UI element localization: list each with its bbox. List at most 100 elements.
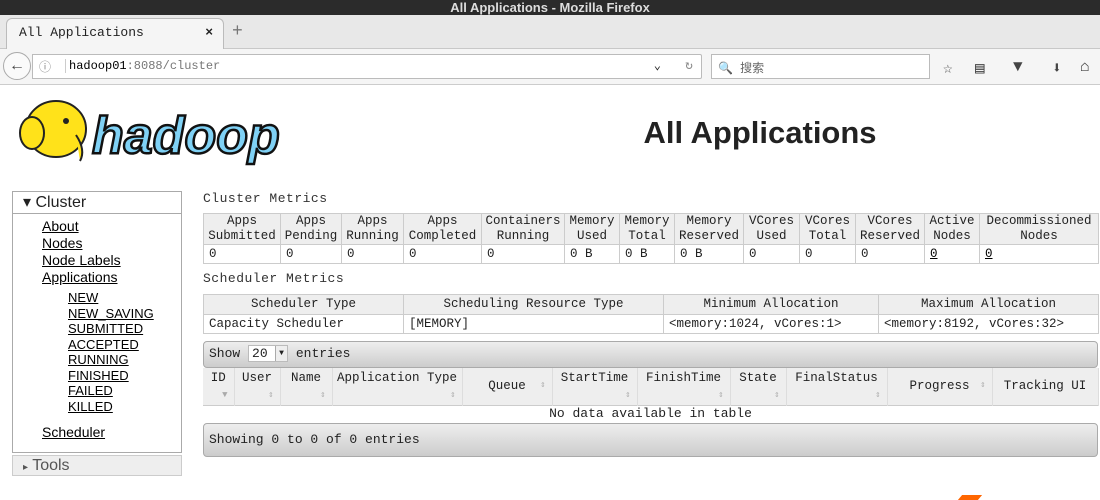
empty-table-message: No data available in table bbox=[549, 406, 752, 421]
cluster-section-toggle[interactable]: ▾ Cluster bbox=[13, 192, 181, 214]
column-header-sortable[interactable]: Tracking UI bbox=[992, 368, 1099, 405]
applications-table: ID ▼ User ⇕ Name ⇕ Application Type ⇕ Queue ⇕ Star… bbox=[203, 368, 1099, 406]
sidebar-link-submitted[interactable]: SUBMITTED bbox=[68, 321, 181, 337]
sidebar-link-failed[interactable]: FAILED bbox=[68, 383, 181, 399]
metric-header-line1: Apps bbox=[226, 214, 257, 228]
metric-header-line1: Decommissioned bbox=[986, 214, 1092, 228]
column-header-sortable[interactable]: State ⇕ bbox=[730, 368, 787, 405]
column-header-sortable[interactable]: Name ⇕ bbox=[280, 368, 333, 405]
scheduler-value: Capacity Scheduler bbox=[203, 314, 404, 334]
show-label: Show bbox=[209, 346, 241, 361]
hadoop-logo[interactable]: hadoop bbox=[14, 95, 314, 171]
metric-header-line1: Apps bbox=[427, 214, 458, 228]
reload-icon[interactable]: ↻ bbox=[685, 58, 693, 73]
metric-header-line1: VCores bbox=[748, 214, 794, 228]
close-tab-icon[interactable]: × bbox=[205, 25, 213, 40]
metric-header-line1: VCores bbox=[867, 214, 913, 228]
column-header-label: State bbox=[739, 371, 777, 385]
sort-both-icon: ⇕ bbox=[268, 389, 274, 400]
home-icon[interactable]: ⌂ bbox=[1080, 58, 1090, 76]
column-header-label: StartTime bbox=[560, 371, 629, 385]
search-input[interactable]: 🔍 搜索 bbox=[711, 54, 930, 79]
metric-value: 0 B bbox=[674, 244, 744, 264]
column-header-sortable[interactable]: Application Type ⇕ bbox=[332, 368, 463, 405]
metric-value-text: 0 bbox=[286, 246, 294, 261]
metric-value-link[interactable]: 0 bbox=[985, 247, 993, 261]
metric-value: 0 bbox=[341, 244, 404, 264]
column-header-label: Name bbox=[290, 371, 321, 385]
metric-value: 0 bbox=[203, 244, 281, 264]
entries-label: entries bbox=[295, 346, 351, 361]
metric-header-line2: Reserved bbox=[678, 229, 739, 243]
metric-value[interactable]: 0 bbox=[979, 244, 1099, 264]
browser-content: All Applications × + ← ⓘ hadoop01:8088/cl… bbox=[0, 7, 1100, 500]
sidebar-link-finished[interactable]: FINISHED bbox=[68, 368, 181, 384]
column-header-sortable[interactable]: FinalStatus ⇕ bbox=[786, 368, 888, 405]
metric-header-line2: Total bbox=[628, 229, 666, 243]
sidebar-link-running[interactable]: RUNNING bbox=[68, 352, 181, 368]
chevron-down-icon[interactable]: ⌄ bbox=[654, 58, 661, 73]
scheduler-header: Minimum Allocation bbox=[663, 294, 879, 315]
metric-header: Containers Running bbox=[481, 213, 565, 245]
metric-header-line2: Submitted bbox=[208, 229, 276, 243]
metric-header-line2: Running bbox=[346, 229, 399, 243]
sidebar-link-new-saving[interactable]: NEW_SAVING bbox=[68, 306, 181, 322]
tools-section-toggle[interactable]: ▸ Tools bbox=[12, 455, 182, 476]
pocket-icon[interactable]: ▼ bbox=[1013, 58, 1023, 76]
column-header-sortable[interactable]: Queue ⇕ bbox=[462, 368, 553, 405]
table-info-bar: Showing 0 to 0 of 0 entries bbox=[203, 423, 1098, 457]
column-header-sortable[interactable]: ID ▼ bbox=[203, 368, 235, 405]
sort-both-icon: ⇕ bbox=[980, 379, 986, 390]
column-header-sortable[interactable]: Progress ⇕ bbox=[887, 368, 993, 405]
sidebar-link-killed[interactable]: KILLED bbox=[68, 399, 181, 415]
sort-both-icon: ⇕ bbox=[540, 379, 546, 390]
metric-header: Memory Total bbox=[619, 213, 675, 245]
column-header-sortable[interactable]: User ⇕ bbox=[234, 368, 281, 405]
sidebar-link-scheduler[interactable]: Scheduler bbox=[42, 424, 181, 441]
metric-value: 0 B bbox=[619, 244, 675, 264]
new-tab-button[interactable]: + bbox=[232, 22, 243, 42]
sidebar-link-about[interactable]: About bbox=[42, 218, 181, 235]
column-header-sortable[interactable]: StartTime ⇕ bbox=[552, 368, 638, 405]
bookmark-star-icon[interactable]: ☆ bbox=[943, 58, 953, 78]
metric-header: VCores Total bbox=[799, 213, 856, 245]
sidebar-link-new[interactable]: NEW bbox=[68, 290, 181, 306]
tab-all-applications[interactable]: All Applications × bbox=[6, 18, 224, 50]
metric-value-text: 0 bbox=[409, 246, 417, 261]
metric-header-line2: Total bbox=[808, 229, 847, 243]
sort-both-icon: ⇕ bbox=[774, 389, 780, 400]
metric-value-text: 0 bbox=[805, 246, 813, 261]
scheduler-metrics-heading: Scheduler Metrics bbox=[203, 271, 345, 286]
metric-header: VCores Reserved bbox=[855, 213, 925, 245]
metric-value: 0 bbox=[855, 244, 925, 264]
cluster-metrics-table: Apps Submitted Apps Pending Apps Running Apps C… bbox=[203, 213, 1099, 264]
triangle-down-icon: ▾ bbox=[23, 194, 32, 211]
metric-value-text: 0 B bbox=[680, 246, 703, 261]
column-header-label: FinalStatus bbox=[795, 371, 878, 385]
url-bar[interactable]: ⓘ hadoop01:8088/cluster ⌄ ↻ bbox=[32, 54, 702, 79]
sidebar-link-accepted[interactable]: ACCEPTED bbox=[68, 337, 181, 353]
column-header-sortable[interactable]: FinishTime ⇕ bbox=[637, 368, 731, 405]
search-placeholder: 搜索 bbox=[740, 62, 765, 76]
metric-value-link[interactable]: 0 bbox=[930, 247, 938, 261]
metric-header: VCores Used bbox=[743, 213, 800, 245]
sidebar-link-nodes[interactable]: Nodes bbox=[42, 235, 181, 252]
cluster-metrics-heading: Cluster Metrics bbox=[203, 191, 328, 206]
url-text[interactable]: hadoop01:8088/cluster bbox=[65, 59, 220, 73]
metric-header-line2: Used bbox=[576, 229, 607, 243]
scheduler-value: <memory:8192, vCores:32> bbox=[878, 314, 1099, 334]
info-icon[interactable]: ⓘ bbox=[39, 58, 51, 75]
metric-header: Apps Running bbox=[341, 213, 404, 245]
reading-list-icon[interactable]: ▤ bbox=[975, 58, 985, 78]
page-size-select[interactable]: 20 ▼ bbox=[248, 345, 289, 363]
metric-value: 0 B bbox=[564, 244, 620, 264]
sort-both-icon: ⇕ bbox=[718, 389, 724, 400]
metric-header-line1: Memory bbox=[686, 214, 732, 228]
sidebar-link-node-labels[interactable]: Node Labels bbox=[42, 252, 181, 269]
sidebar-link-applications[interactable]: Applications bbox=[42, 269, 181, 286]
download-icon[interactable]: ⬇ bbox=[1052, 58, 1062, 78]
back-button[interactable]: ← bbox=[3, 52, 31, 80]
metric-value[interactable]: 0 bbox=[924, 244, 980, 264]
metric-header: Memory Used bbox=[564, 213, 620, 245]
page-size-value: 20 bbox=[252, 346, 268, 362]
